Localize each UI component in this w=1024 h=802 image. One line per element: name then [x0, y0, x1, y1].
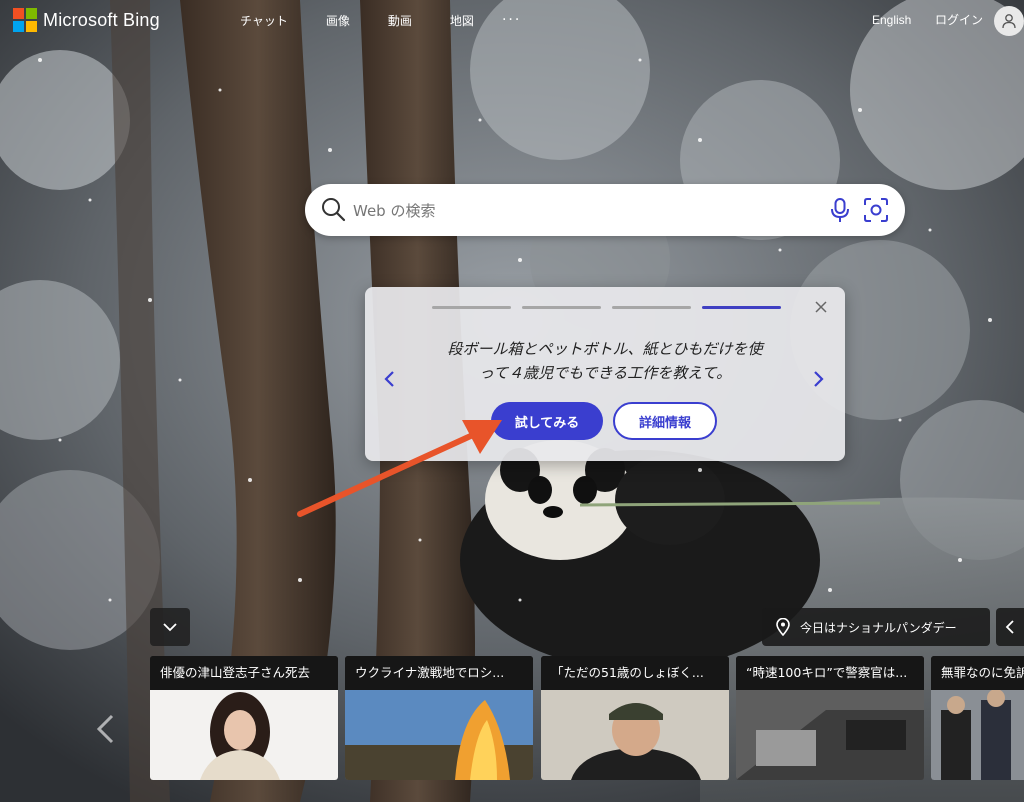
search-box: [305, 184, 905, 236]
nav-maps[interactable]: 地図: [450, 12, 474, 29]
news-card[interactable]: 無罪なのに免訴: [931, 656, 1024, 780]
login-link[interactable]: ログイン: [935, 11, 983, 28]
nav-images[interactable]: 画像: [326, 12, 350, 29]
top-header: Microsoft Bing チャット 画像 動画 地図 ··· English…: [0, 0, 1024, 44]
learn-more-button[interactable]: 詳細情報: [613, 402, 717, 440]
progress-step-active[interactable]: [702, 306, 781, 309]
progress-step[interactable]: [612, 306, 691, 309]
news-card[interactable]: “時速100キロ”で警察官は...: [736, 656, 924, 780]
try-it-button[interactable]: 試してみる: [491, 402, 603, 440]
chevron-right-icon[interactable]: [811, 370, 825, 388]
news-card[interactable]: 俳優の津山登志子さん死去: [150, 656, 338, 780]
logo-text: Microsoft Bing: [43, 9, 160, 30]
news-card-title: 俳優の津山登志子さん死去: [150, 656, 338, 690]
language-link[interactable]: English: [872, 13, 911, 27]
news-card-image: [541, 690, 729, 780]
close-icon[interactable]: [814, 300, 828, 314]
feed-scroll-left-button[interactable]: [996, 608, 1024, 646]
collapse-feed-button[interactable]: [150, 608, 190, 646]
image-info-label: 今日はナショナルパンダデー: [800, 620, 957, 635]
microsoft-logo-icon: [13, 8, 37, 32]
location-pin-icon: [776, 618, 790, 636]
card-progress-indicator: [432, 306, 792, 309]
news-card[interactable]: 「ただの51歳のしょぼく...: [541, 656, 729, 780]
main-nav: チャット 画像 動画 地図 ···: [240, 12, 521, 29]
previous-image-arrow[interactable]: [94, 714, 116, 744]
search-input[interactable]: [351, 194, 815, 228]
progress-step[interactable]: [432, 306, 511, 309]
news-card-image: [345, 690, 533, 780]
prompt-text: 段ボール箱とペットボトル、紙とひもだけを使 って４歳児でもできる工作を教えて。: [425, 337, 785, 385]
news-card[interactable]: ウクライナ激戦地でロシ...: [345, 656, 533, 780]
user-avatar-button[interactable]: [994, 6, 1024, 36]
news-card-image: [736, 690, 924, 780]
nav-videos[interactable]: 動画: [388, 12, 412, 29]
progress-step[interactable]: [522, 306, 601, 309]
prompt-suggestion-card: 段ボール箱とペットボトル、紙とひもだけを使 って４歳児でもできる工作を教えて。 …: [365, 287, 845, 461]
search-icon: [322, 198, 346, 222]
news-card-image: [931, 690, 1024, 780]
chevron-left-icon: [1005, 620, 1014, 634]
user-icon: [1002, 14, 1016, 29]
news-card-title: 無罪なのに免訴: [931, 656, 1024, 690]
prompt-text-line: 段ボール箱とペットボトル、紙とひもだけを使: [447, 340, 763, 358]
image-info-button[interactable]: 今日はナショナルパンダデー: [762, 608, 990, 646]
news-card-title: 「ただの51歳のしょぼく...: [541, 656, 729, 690]
prompt-text-line: って４歳児でもできる工作を教えて。: [478, 364, 732, 382]
nav-chat[interactable]: チャット: [240, 12, 288, 29]
visual-search-icon[interactable]: [863, 197, 889, 223]
bing-logo[interactable]: Microsoft Bing: [13, 8, 160, 32]
news-card-title: “時速100キロ”で警察官は...: [736, 656, 924, 690]
chevron-down-icon: [163, 623, 177, 632]
news-card-image: [150, 690, 338, 780]
news-card-title: ウクライナ激戦地でロシ...: [345, 656, 533, 690]
microphone-icon[interactable]: [829, 197, 851, 223]
chevron-left-icon[interactable]: [383, 370, 397, 388]
more-menu-button[interactable]: ···: [502, 12, 521, 29]
